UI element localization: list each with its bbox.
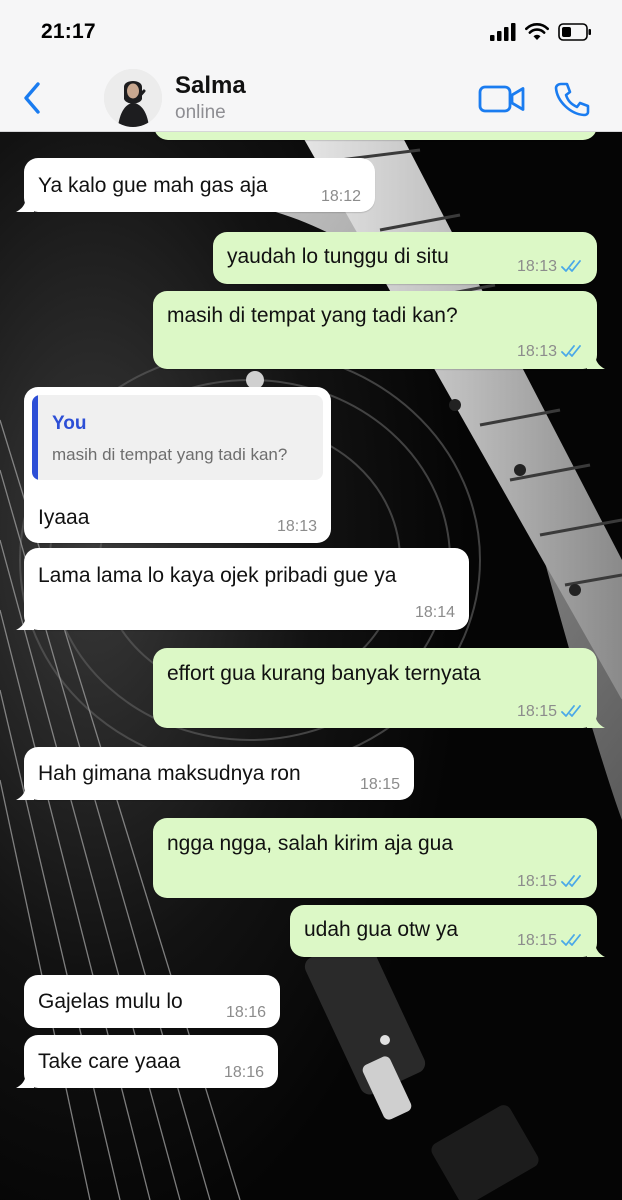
message-time: 18:16 [223,1064,264,1081]
contact-name[interactable]: Salma [175,72,246,100]
message-time: 18:13 [516,343,557,360]
bubble-tail [587,353,605,369]
message-bubble-outgoing[interactable]: effort gua kurang banyak ternyata 18:15 [153,648,605,728]
signal-icon [490,23,516,41]
message-text: udah gua otw ya [304,918,459,941]
message-time: 18:16 [225,1004,266,1021]
status-icons [490,20,592,44]
quoted-author: You [52,413,87,434]
quoted-message[interactable]: You masih di tempat yang tadi kan? [32,395,323,480]
message-bubble-incoming[interactable]: Lama lama lo kaya ojek pribadi gue ya 18… [16,548,469,630]
message-time: 18:13 [276,518,317,535]
phone-call-icon [554,82,590,117]
double-check-icon [561,705,581,717]
avatar-photo [104,69,162,127]
message-text: effort gua kurang banyak ternyata [167,662,481,685]
bubble-tail [587,712,605,728]
double-check-icon [561,934,581,946]
message-time: 18:15 [516,703,557,720]
message-bubble-incoming-reply[interactable]: You masih di tempat yang tadi kan? Iyaaa… [24,387,331,543]
wifi-icon [525,23,549,40]
back-button[interactable] [18,80,50,116]
back-chevron-icon [24,82,40,114]
quoted-text: masih di tempat yang tadi kan? [52,445,288,464]
video-call-button[interactable] [478,84,526,114]
message-time: 18:14 [414,604,455,621]
message-bubble-incoming[interactable]: Take care yaaa 18:16 [16,1035,278,1088]
message-time: 18:15 [359,776,400,793]
message-bubble-outgoing[interactable]: masih di tempat yang tadi kan? 18:13 [153,291,605,369]
message-time: 18:12 [320,188,361,205]
message-text: Take care yaaa [38,1050,181,1073]
message-text: yaudah lo tunggu di situ [227,245,449,268]
double-check-icon [561,260,581,272]
message-text: masih di tempat yang tadi kan? [167,304,458,327]
message-text: ngga ngga, salah kirim aja gua [167,832,454,855]
message-text: Iyaaa [38,506,90,529]
message-time: 18:15 [516,932,557,949]
message-text: Gajelas mulu lo [38,990,183,1013]
bubble-tail [16,614,34,630]
message-bubble-incoming[interactable]: Gajelas mulu lo 18:16 [24,975,280,1028]
message-text: Ya kalo gue mah gas aja [38,174,268,197]
video-call-icon [478,85,525,113]
message-bubble-incoming[interactable]: Ya kalo gue mah gas aja 18:12 [16,158,375,212]
message-text: Hah gimana maksudnya ron [38,762,301,785]
message-bubble-outgoing[interactable]: ngga ngga, salah kirim aja gua 18:15 [153,818,597,898]
battery-icon [558,23,591,41]
message-bubble-incoming[interactable]: Hah gimana maksudnya ron 18:15 [16,747,414,800]
message-list[interactable]: Ya kalo gue mah gas aja 18:12 yaudah lo … [0,122,622,1200]
message-time: 18:15 [516,873,557,890]
bubble-tail [587,941,605,957]
chat-header: 21:17 Salma online [0,0,622,132]
quote-accent-bar [32,395,38,480]
message-text: Lama lama lo kaya ojek pribadi gue ya [38,564,397,587]
message-bubble-outgoing[interactable]: udah gua otw ya 18:15 [290,905,605,957]
double-check-icon [561,345,581,357]
contact-status: online [175,102,226,123]
double-check-icon [561,875,581,887]
message-time: 18:13 [516,258,557,275]
bubble-tail [16,1072,34,1088]
status-time: 21:17 [41,20,96,43]
voice-call-button[interactable] [553,80,591,118]
bubble-tail [16,196,34,212]
message-bubble-outgoing[interactable]: yaudah lo tunggu di situ 18:13 [213,232,597,284]
bubble-tail [16,784,34,800]
contact-avatar[interactable] [104,69,162,127]
